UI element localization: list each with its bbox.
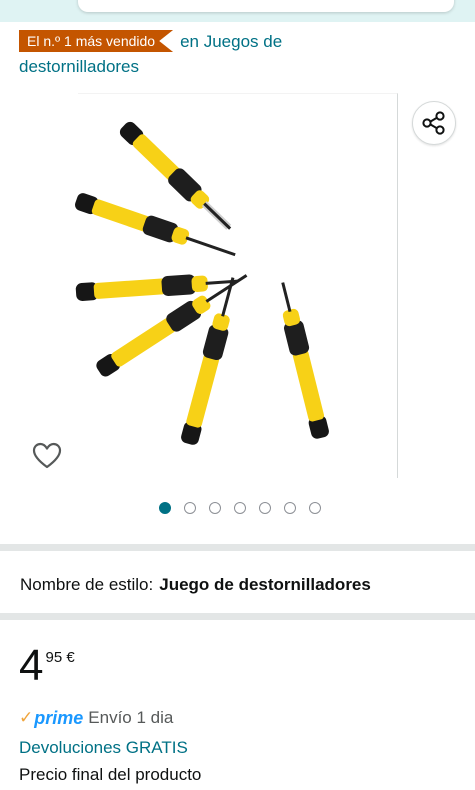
share-icon: [422, 111, 445, 135]
pagination-dot-5[interactable]: [258, 502, 271, 514]
price-fraction: 95 €: [45, 649, 75, 666]
section-divider: [0, 544, 475, 551]
delivery-text: Envío 1 dia: [88, 708, 174, 727]
pagination-dot-1[interactable]: [158, 502, 171, 514]
final-price-note: Precio final del producto: [19, 765, 202, 784]
pagination-dot-3[interactable]: [208, 502, 221, 514]
share-button[interactable]: [412, 101, 456, 145]
image-pagination: [0, 502, 475, 518]
section-divider: [0, 613, 475, 620]
price: 4 95 €: [19, 640, 75, 695]
product-image[interactable]: [0, 88, 475, 483]
bestseller-badge[interactable]: El n.º 1 más vendido: [19, 30, 174, 52]
style-label: Nombre de estilo:: [20, 575, 154, 594]
pagination-dot-7[interactable]: [308, 502, 321, 514]
search-box-edge[interactable]: [78, 0, 454, 12]
style-value: Juego de destornilladores: [159, 575, 371, 594]
prime-check-icon: ✓: [19, 708, 34, 727]
style-selector[interactable]: Nombre de estilo: Juego de destornillador…: [20, 573, 371, 597]
pagination-dot-4[interactable]: [233, 502, 246, 514]
bestseller-row: El n.º 1 más vendido en Juegos de destorn…: [19, 29, 319, 79]
screwdriver-6: [281, 282, 329, 439]
screwdriver-2: [75, 193, 236, 257]
prime-delivery: ✓ prime Envío 1 dia: [19, 706, 173, 730]
add-to-favorites-button[interactable]: [30, 439, 64, 473]
product-image-gallery[interactable]: [0, 88, 475, 483]
prime-logo: prime: [34, 708, 84, 728]
pagination-dot-6[interactable]: [283, 502, 296, 514]
heart-icon: [32, 442, 62, 469]
price-whole: 4: [19, 641, 44, 690]
screwdriver-5: [181, 277, 235, 445]
pagination-dot-2[interactable]: [183, 502, 196, 514]
free-returns-link[interactable]: Devoluciones GRATIS: [19, 736, 188, 760]
